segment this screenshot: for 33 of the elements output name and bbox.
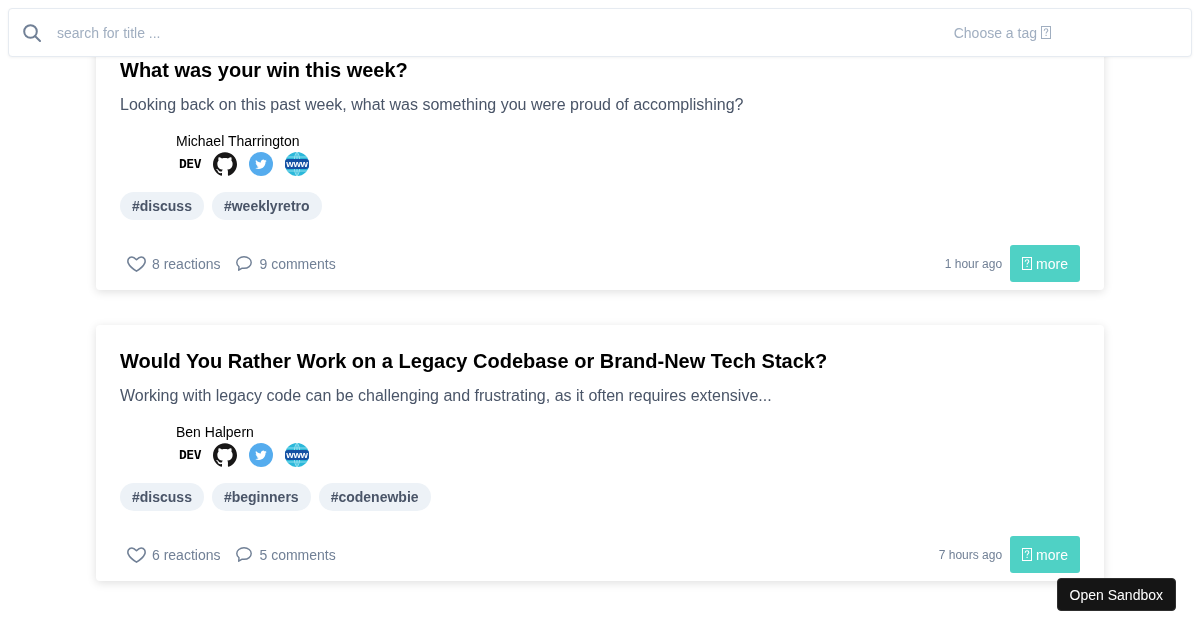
post-time: 7 hours ago (938, 547, 1003, 562)
tag-link[interactable]: #discuss (120, 192, 204, 220)
question-box-icon (1022, 548, 1033, 561)
heart-icon (127, 546, 146, 563)
www-globe-link[interactable]: www (285, 443, 309, 467)
dev-link[interactable]: DEV (179, 447, 201, 463)
post-description: Looking back on this past week, what was something you were proud of accomplishing? (120, 95, 745, 115)
author-name: Michael Tharrington (176, 133, 300, 150)
speech-bubble-icon (236, 256, 253, 271)
search-icon (23, 23, 41, 42)
heart-icon (127, 255, 146, 272)
comments-count: 5 comments (259, 545, 336, 564)
open-sandbox-button[interactable]: Open Sandbox (1056, 578, 1176, 611)
search-field[interactable]: search for title ... (57, 22, 946, 43)
post-title: Would You Rather Work on a Legacy Codebase or Brand-New Tech Stack? (120, 349, 829, 374)
www-globe-link[interactable]: www (285, 152, 309, 176)
question-box-icon (1022, 257, 1033, 270)
question-box-icon (1041, 26, 1051, 39)
cat-silhouette-icon[interactable] (213, 443, 237, 467)
dev-link[interactable]: DEV (179, 156, 201, 172)
reactions-count: 6 reactions (152, 545, 221, 564)
tag-link[interactable]: #codenewbie (318, 483, 431, 511)
tag-link[interactable]: #discuss (120, 483, 204, 511)
reactions-count: 8 reactions (152, 254, 221, 273)
comments-count: 9 comments (259, 254, 336, 273)
author-name: Ben Halpern (176, 424, 254, 441)
tag-link[interactable]: #weeklyretro (211, 192, 322, 220)
speech-bubble-icon (236, 547, 253, 562)
tag-link[interactable]: #beginners (211, 483, 311, 511)
post-title: What was your win this week? (120, 58, 409, 83)
post-time: 1 hour ago (944, 256, 1003, 271)
post-description: Working with legacy code can be challenging and frustrating, as it often requires extensive... (120, 386, 773, 406)
cat-silhouette-icon[interactable] (213, 152, 237, 176)
